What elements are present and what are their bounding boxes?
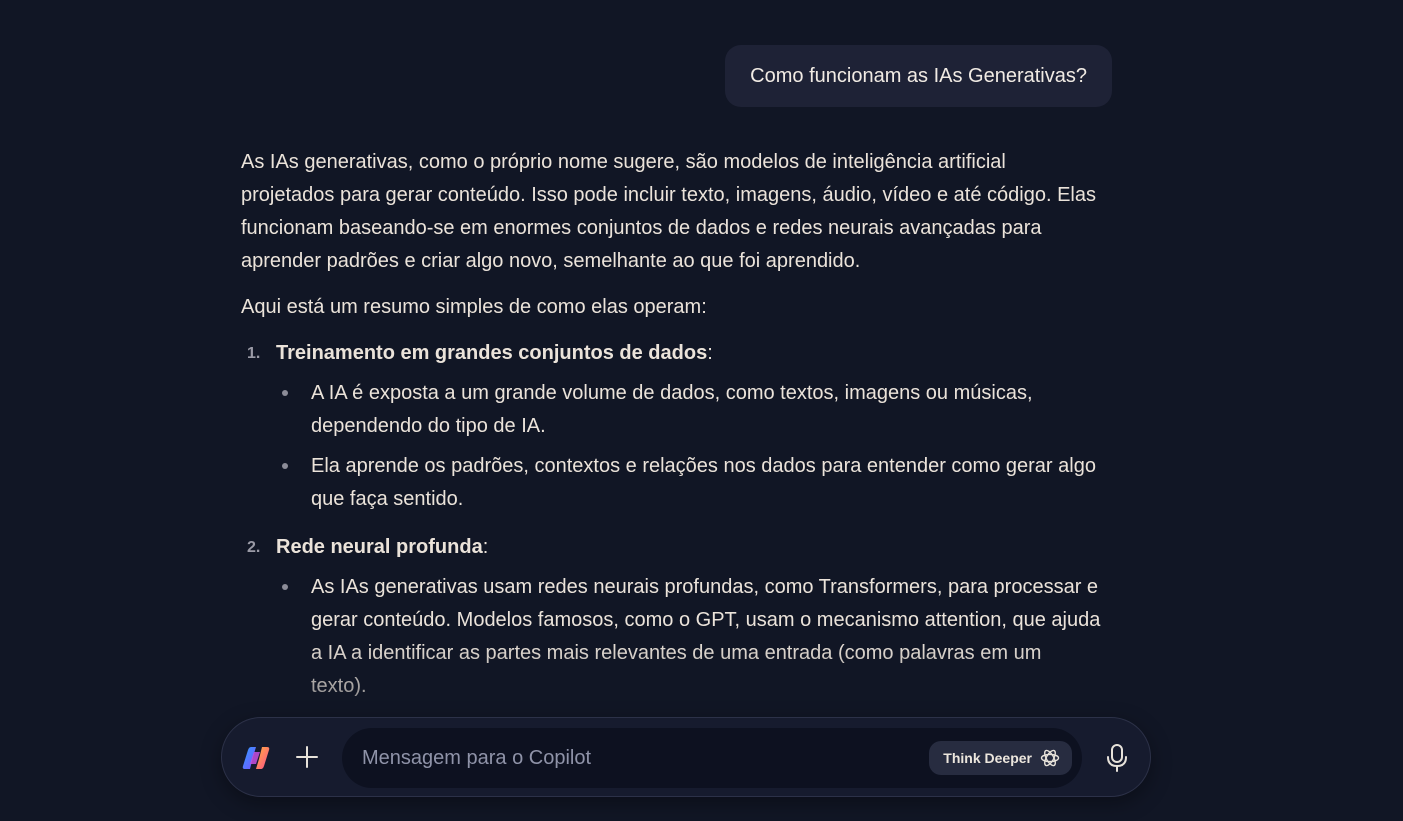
answer-summary-lead: Aqui está um resumo simples de como elas… <box>241 296 707 318</box>
think-deeper-icon <box>1040 749 1060 767</box>
step-number: 2. <box>247 539 261 556</box>
steps-list: 1. Treinamento em grandes conjuntos de d… <box>241 337 1101 703</box>
step-title: Rede neural profunda <box>276 536 483 558</box>
bullet-text: Ela aprende os padrões, contextos e rela… <box>311 455 1096 510</box>
message-input[interactable] <box>362 728 892 788</box>
add-button[interactable] <box>290 740 324 774</box>
step-item: 1. Treinamento em grandes conjuntos de d… <box>241 337 1101 516</box>
list-item: A IA é exposta a um grande volume de dad… <box>276 377 1101 443</box>
message-input-wrapper: Think Deeper <box>342 728 1082 788</box>
chat-area: Como funcionam as IAs Generativas? As IA… <box>0 0 1403 821</box>
step-title-suffix: : <box>707 342 713 364</box>
bullet-text: As IAs generativas usam redes neurais pr… <box>311 576 1101 697</box>
step-bullets: A IA é exposta a um grande volume de dad… <box>276 377 1101 516</box>
microphone-button[interactable] <box>1100 740 1134 776</box>
think-deeper-label: Think Deeper <box>943 750 1032 766</box>
microphone-icon <box>1107 744 1127 772</box>
bullet-text: A IA é exposta a um grande volume de dad… <box>311 382 1033 437</box>
step-number: 1. <box>247 345 261 362</box>
user-message-bubble: Como funcionam as IAs Generativas? <box>725 45 1112 107</box>
assistant-answer: As IAs generativas, como o próprio nome … <box>241 146 1101 718</box>
step-title: Treinamento em grandes conjuntos de dado… <box>276 342 708 364</box>
user-message-text: Como funcionam as IAs Generativas? <box>750 64 1087 87</box>
answer-intro: As IAs generativas, como o próprio nome … <box>241 151 1096 272</box>
bullet-dot <box>282 463 288 469</box>
bullet-dot <box>282 390 288 396</box>
message-composer: Think Deeper <box>221 717 1151 797</box>
step-title-suffix: : <box>482 536 489 558</box>
list-item: Ela aprende os padrões, contextos e rela… <box>276 450 1101 516</box>
copilot-logo-icon[interactable] <box>241 743 271 773</box>
bullet-dot <box>282 584 288 590</box>
plus-icon <box>296 746 318 768</box>
step-item: 2. Rede neural profunda: As IAs generati… <box>241 531 1101 703</box>
step-bullets: As IAs generativas usam redes neurais pr… <box>276 571 1101 703</box>
list-item: As IAs generativas usam redes neurais pr… <box>276 571 1101 703</box>
think-deeper-button[interactable]: Think Deeper <box>929 741 1072 775</box>
